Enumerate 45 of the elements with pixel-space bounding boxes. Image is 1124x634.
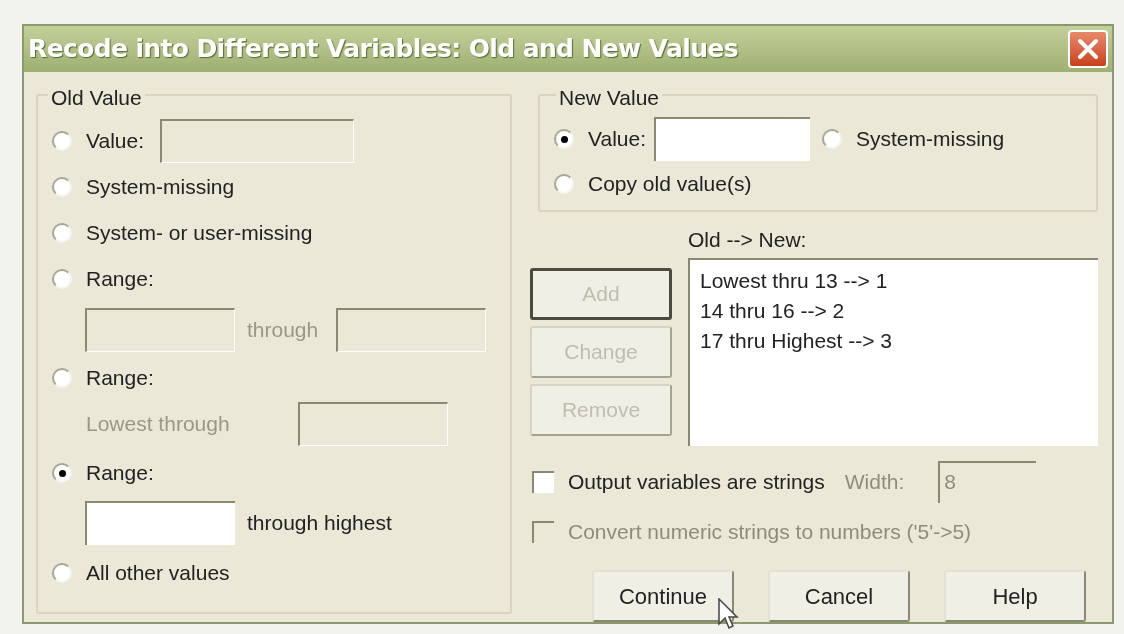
dialog-button[interactable]: Continue bbox=[592, 570, 734, 622]
checkbox-label: Output variables are strings bbox=[568, 469, 825, 496]
option-label: Range: bbox=[86, 460, 154, 487]
option-label: System- or user-missing bbox=[86, 220, 313, 247]
option-label: System-missing bbox=[856, 126, 1005, 153]
range-text: through highest bbox=[247, 510, 392, 537]
option-label: System-missing bbox=[86, 174, 235, 201]
radio-button[interactable] bbox=[52, 563, 72, 583]
input-field[interactable] bbox=[654, 117, 810, 161]
radio-button[interactable] bbox=[52, 368, 72, 388]
input-field[interactable] bbox=[336, 308, 487, 352]
option-label: Value: bbox=[86, 128, 144, 155]
radio-button[interactable] bbox=[52, 223, 72, 243]
radio-button[interactable] bbox=[52, 131, 72, 151]
checkbox[interactable] bbox=[532, 471, 554, 493]
list-item[interactable]: 17 thru Highest --> 3 bbox=[700, 326, 1098, 356]
option-label: Range: bbox=[86, 266, 154, 293]
window-title: Recode into Different Variables: Old and New Values bbox=[28, 33, 738, 66]
option-label: Value: bbox=[588, 126, 646, 153]
option-label: Range: bbox=[86, 365, 154, 392]
radio-button[interactable] bbox=[554, 174, 574, 194]
radio-button[interactable] bbox=[52, 463, 72, 483]
list-item[interactable]: Lowest thru 13 --> 1 bbox=[700, 266, 1098, 296]
radio-button[interactable] bbox=[822, 129, 842, 149]
range-text: Lowest through bbox=[86, 411, 231, 438]
close-button[interactable] bbox=[1068, 30, 1108, 68]
input-field[interactable] bbox=[298, 402, 448, 446]
option-label: All other values bbox=[86, 560, 230, 587]
dialog-button[interactable]: Help bbox=[944, 570, 1086, 622]
mouse-pointer-icon bbox=[718, 598, 740, 630]
range-text: through bbox=[247, 317, 319, 344]
checkbox-label: Convert numeric strings to numbers ('5'->5) bbox=[568, 519, 972, 546]
list-label: Old --> New: bbox=[688, 227, 808, 253]
width-label: Width: bbox=[844, 469, 905, 496]
list-item[interactable]: 14 thru 16 --> 2 bbox=[700, 296, 1098, 326]
radio-button[interactable] bbox=[554, 129, 574, 149]
close-icon bbox=[1077, 38, 1099, 60]
option-label: Copy old value(s) bbox=[588, 171, 752, 198]
dialog-button[interactable]: Cancel bbox=[768, 570, 910, 622]
radio-button[interactable] bbox=[52, 177, 72, 197]
input-field[interactable] bbox=[160, 119, 354, 163]
input-field[interactable] bbox=[85, 308, 235, 352]
mapping-list[interactable]: Lowest thru 13 --> 1 14 thru 16 --> 2 17 thru Highest --> 3 bbox=[688, 258, 1098, 446]
input-field[interactable] bbox=[85, 501, 235, 545]
radio-button[interactable] bbox=[52, 269, 72, 289]
